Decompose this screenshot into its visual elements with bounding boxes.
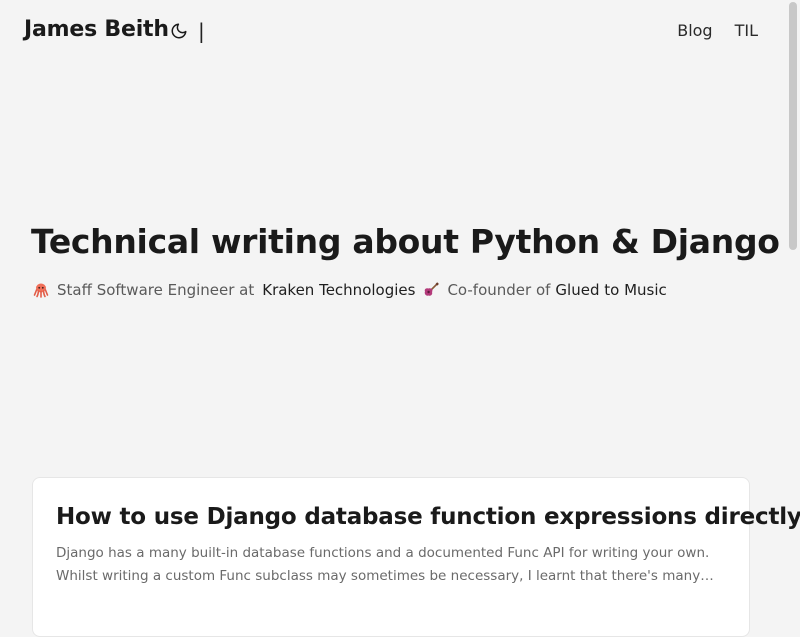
- main-nav: Blog TIL: [677, 21, 758, 40]
- guitar-icon: [423, 282, 440, 298]
- post-card[interactable]: How to use Django database function expr…: [32, 477, 800, 637]
- cofounder-text: Co-founder of: [447, 281, 551, 299]
- kraken-technologies-link[interactable]: Kraken Technologies: [262, 281, 415, 299]
- scrollbar-thumb[interactable]: [789, 2, 797, 250]
- hero-title: Technical writing about Python & Django: [31, 222, 780, 261]
- nav-item-til[interactable]: TIL: [735, 21, 758, 40]
- glued-to-music-link[interactable]: Glued to Music: [555, 281, 666, 299]
- site-header: James Beith | Blog TIL: [0, 0, 800, 62]
- hero-subtitle: Staff Software Engineer at Kraken Techno…: [33, 281, 667, 299]
- nav-item-blog[interactable]: Blog: [677, 21, 712, 40]
- post-excerpt: Django has a many built-in database func…: [56, 545, 710, 584]
- role-text: Staff Software Engineer at: [57, 281, 255, 299]
- octopus-icon: [33, 282, 49, 298]
- moon-icon[interactable]: [170, 22, 188, 40]
- post-title[interactable]: How to use Django database function expr…: [56, 504, 800, 530]
- site-title[interactable]: James Beith: [24, 17, 169, 42]
- header-separator: |: [198, 19, 205, 43]
